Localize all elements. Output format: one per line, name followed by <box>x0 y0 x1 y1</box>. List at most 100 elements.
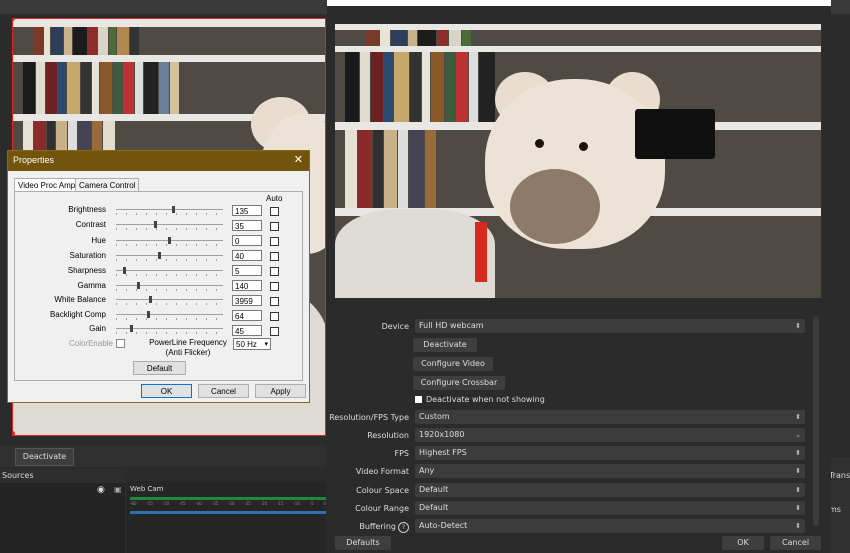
backlight-comp-auto-checkbox[interactable] <box>270 312 279 321</box>
video-format-select[interactable]: Any ⬍ <box>415 464 805 478</box>
updown-arrow-icon: ⬍ <box>795 322 801 330</box>
contrast-value[interactable]: 35 <box>232 220 262 231</box>
sharpness-auto-checkbox[interactable] <box>270 267 279 276</box>
lock-icon[interactable]: ▣ <box>114 485 122 494</box>
hue-slider-ticks <box>116 244 223 246</box>
configure-video-button[interactable]: Configure Video <box>413 357 493 371</box>
white-balance-label: White Balance <box>54 295 106 304</box>
fps-label: FPS <box>394 449 409 458</box>
volume-meter <box>130 497 326 500</box>
saturation-value[interactable]: 40 <box>232 250 262 261</box>
white-balance-slider[interactable] <box>149 296 152 303</box>
gamma-value[interactable]: 140 <box>232 280 262 291</box>
cancel-button[interactable]: Cancel <box>198 384 249 398</box>
meter-scale: -60 -55 -50 -45 -40 -35 -30 -25 -20 -15 -10 -5 0 <box>130 501 326 506</box>
contrast-slider-ticks <box>116 228 223 230</box>
colour-space-select[interactable]: Default ⬍ <box>415 483 805 497</box>
white-balance-slider-track <box>116 299 223 300</box>
sharpness-value[interactable]: 5 <box>232 265 262 276</box>
brightness-slider-ticks <box>116 213 223 215</box>
video-format-label: Video Format <box>355 467 409 476</box>
hue-auto-checkbox[interactable] <box>270 237 279 246</box>
contrast-slider[interactable] <box>154 221 157 228</box>
sharpness-label: Sharpness <box>67 266 106 275</box>
contrast-label: Contrast <box>75 220 106 229</box>
scrollbar[interactable] <box>813 316 819 526</box>
configure-crossbar-button[interactable]: Configure Crossbar <box>413 376 505 390</box>
colour-range-select[interactable]: Default ⬍ <box>415 501 805 515</box>
tab-camera-control[interactable]: Camera Control <box>75 178 140 192</box>
deactivate-when-not-showing-label: Deactivate when not showing <box>426 395 545 404</box>
updown-arrow-icon: ⬍ <box>795 413 801 421</box>
hue-value[interactable]: 0 <box>232 235 262 246</box>
deactivate-device-button[interactable]: Deactivate <box>413 338 477 352</box>
buffering-label: Buffering? <box>359 522 409 533</box>
color-enable-label: ColorEnable <box>68 339 113 348</box>
chevron-down-icon: ⌄ <box>795 431 801 439</box>
dialog-titlebar <box>327 0 831 6</box>
gamma-slider-track <box>116 285 223 286</box>
white-balance-slider-ticks <box>116 303 223 305</box>
cancel-button[interactable]: Cancel <box>770 536 821 550</box>
res-fps-type-select[interactable]: Custom ⬍ <box>415 410 805 424</box>
ok-button[interactable]: OK <box>722 536 764 550</box>
ok-button[interactable]: OK <box>141 384 192 398</box>
dialog-title-bar[interactable]: Properties ✕ <box>8 151 309 171</box>
defaults-button[interactable]: Defaults <box>335 536 391 550</box>
contrast-slider-track <box>116 224 223 225</box>
hue-label: Hue <box>91 236 106 245</box>
dropdown-arrow-icon: ▾ <box>264 341 268 348</box>
auto-column-header: Auto <box>266 194 283 203</box>
deactivate-when-not-showing-checkbox[interactable] <box>415 396 422 403</box>
backlight-comp-slider-track <box>116 314 223 315</box>
backlight-comp-slider-ticks <box>116 318 223 320</box>
updown-arrow-icon: ⬍ <box>795 522 801 530</box>
fps-select[interactable]: Highest FPS ⬍ <box>415 446 805 460</box>
updown-arrow-icon: ⬍ <box>795 449 801 457</box>
mixer-source-label: Web Cam <box>130 485 164 493</box>
hue-slider[interactable] <box>168 237 171 244</box>
white-balance-auto-checkbox[interactable] <box>270 297 279 306</box>
tab-video-proc-amp[interactable]: Video Proc Amp <box>14 178 80 192</box>
saturation-slider-ticks <box>116 259 223 261</box>
close-icon[interactable]: ✕ <box>294 153 303 166</box>
saturation-slider-track <box>116 255 223 256</box>
updown-arrow-icon: ⬍ <box>795 467 801 475</box>
backlight-comp-slider[interactable] <box>147 311 150 318</box>
default-button[interactable]: Default <box>133 361 186 375</box>
contrast-auto-checkbox[interactable] <box>270 222 279 231</box>
brightness-value[interactable]: 135 <box>232 205 262 216</box>
resolution-select[interactable]: 1920x1080 ⌄ <box>415 428 805 442</box>
gain-label: Gain <box>89 324 106 333</box>
sharpness-slider[interactable] <box>123 267 126 274</box>
backlight-comp-label: Backlight Comp <box>49 310 106 319</box>
dialog-title: Properties <box>13 155 55 165</box>
help-icon[interactable]: ? <box>398 522 409 533</box>
colour-space-label: Colour Space <box>356 486 409 495</box>
buffering-select[interactable]: Auto-Detect ⬍ <box>415 519 805 533</box>
powerline-label: PowerLine Frequency (Anti Flicker) <box>149 338 227 357</box>
white-balance-value[interactable]: 3959 <box>232 295 262 306</box>
gamma-auto-checkbox[interactable] <box>270 282 279 291</box>
brightness-auto-checkbox[interactable] <box>270 207 279 216</box>
brightness-slider[interactable] <box>172 206 175 213</box>
powerline-frequency-select[interactable]: 50 Hz ▾ <box>233 338 271 350</box>
colour-range-label: Colour Range <box>355 504 409 513</box>
saturation-slider[interactable] <box>158 252 161 259</box>
properties-preview-image <box>335 24 821 298</box>
gain-slider-ticks <box>116 332 223 334</box>
gamma-slider-ticks <box>116 289 223 291</box>
device-select[interactable]: Full HD webcam ⬍ <box>415 319 805 333</box>
gain-auto-checkbox[interactable] <box>270 327 279 336</box>
sharpness-slider-ticks <box>116 274 223 276</box>
gain-slider[interactable] <box>130 325 133 332</box>
backlight-comp-value[interactable]: 64 <box>232 310 262 321</box>
gain-value[interactable]: 45 <box>232 325 262 336</box>
apply-button[interactable]: Apply <box>255 384 306 398</box>
deactivate-button[interactable]: Deactivate <box>15 448 74 466</box>
volume-slider[interactable] <box>130 511 326 514</box>
transitions-label: Transi <box>829 471 850 480</box>
gamma-slider[interactable] <box>137 282 140 289</box>
eye-icon[interactable]: ◉ <box>97 485 105 495</box>
saturation-auto-checkbox[interactable] <box>270 252 279 261</box>
